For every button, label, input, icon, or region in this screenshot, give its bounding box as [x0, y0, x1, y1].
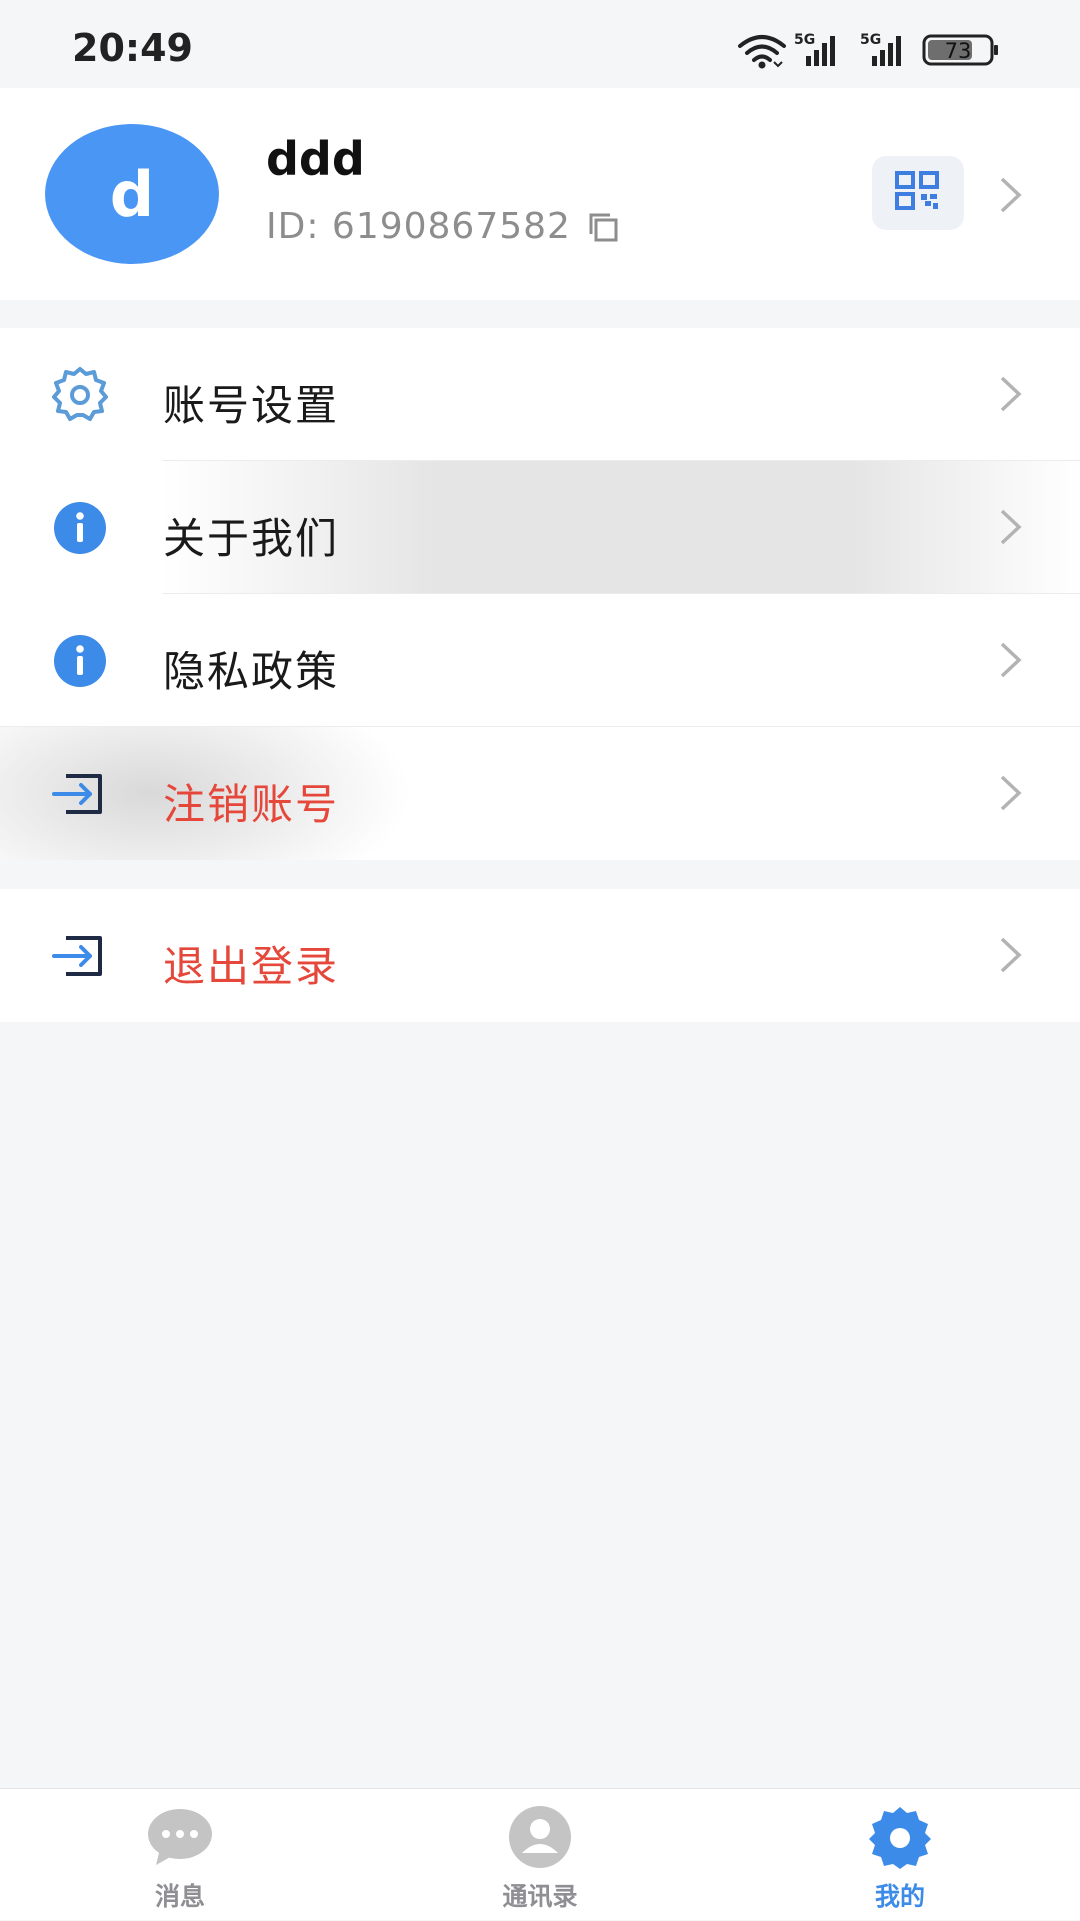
tab-label: 我的: [874, 1882, 925, 1911]
profile-id: ID: 6190867582: [266, 206, 571, 247]
copy-icon[interactable]: [585, 209, 621, 245]
menu-label: 注销账号: [163, 780, 340, 829]
menu-label: 关于我们: [163, 514, 340, 563]
logout-icon: [50, 764, 110, 824]
tab-label: 消息: [154, 1882, 205, 1911]
avatar[interactable]: d: [45, 124, 219, 264]
chevron-right-icon: [998, 774, 1024, 816]
menu-item-account-settings[interactable]: 账号设置: [0, 328, 1080, 461]
qr-code-icon: [895, 171, 941, 215]
menu-label: 隐私政策: [163, 647, 340, 696]
menu-label: 账号设置: [163, 381, 340, 430]
settings-menu: 账号设置 关于我们 隐私政策 注销账号: [0, 328, 1080, 860]
menu-item-logout[interactable]: 退出登录: [0, 889, 1080, 1022]
chevron-right-icon: [998, 375, 1024, 417]
menu-item-about-us[interactable]: 关于我们: [0, 461, 1080, 594]
tab-messages[interactable]: 消息: [0, 1789, 360, 1921]
menu-item-privacy-policy[interactable]: 隐私政策: [0, 594, 1080, 727]
qr-code-button[interactable]: [872, 156, 964, 230]
svg-text:5G: 5G: [860, 32, 881, 48]
info-icon: [50, 631, 110, 691]
cellular-signal-icon: 5G: [860, 32, 901, 66]
chevron-right-icon: [998, 936, 1024, 978]
gear-icon: [50, 365, 110, 425]
profile-name: ddd: [266, 132, 365, 186]
profile-card[interactable]: d ddd ID: 6190867582: [0, 88, 1080, 300]
logout-menu: 退出登录: [0, 889, 1080, 1022]
bottom-tab-bar: 消息 通讯录 我的: [0, 1788, 1080, 1920]
status-icons: 5G 5G 73: [732, 30, 1012, 70]
menu-label: 退出登录: [163, 942, 340, 991]
profile-id-row: ID: 6190867582: [266, 206, 621, 247]
chevron-right-icon: [998, 641, 1024, 683]
svg-text:73: 73: [945, 39, 972, 63]
chevron-right-icon: [998, 508, 1024, 550]
info-icon: [50, 498, 110, 558]
wifi-icon: [738, 35, 786, 69]
status-bar: 20:49 5G 5G 73: [0, 0, 1080, 88]
svg-text:5G: 5G: [794, 32, 815, 48]
chevron-right-icon: [998, 176, 1024, 218]
battery-icon: 73: [922, 34, 998, 66]
menu-item-deactivate-account[interactable]: 注销账号: [0, 727, 1080, 860]
logout-icon: [50, 926, 110, 986]
tab-mine[interactable]: 我的: [720, 1789, 1080, 1921]
status-time: 20:49: [72, 26, 193, 70]
cellular-signal-icon: 5G: [794, 32, 835, 66]
chat-bubble-icon: [144, 1805, 216, 1869]
tab-contacts[interactable]: 通讯录: [360, 1789, 720, 1921]
gear-icon: [864, 1805, 936, 1869]
person-icon: [504, 1805, 576, 1869]
tab-label: 通讯录: [502, 1882, 578, 1911]
